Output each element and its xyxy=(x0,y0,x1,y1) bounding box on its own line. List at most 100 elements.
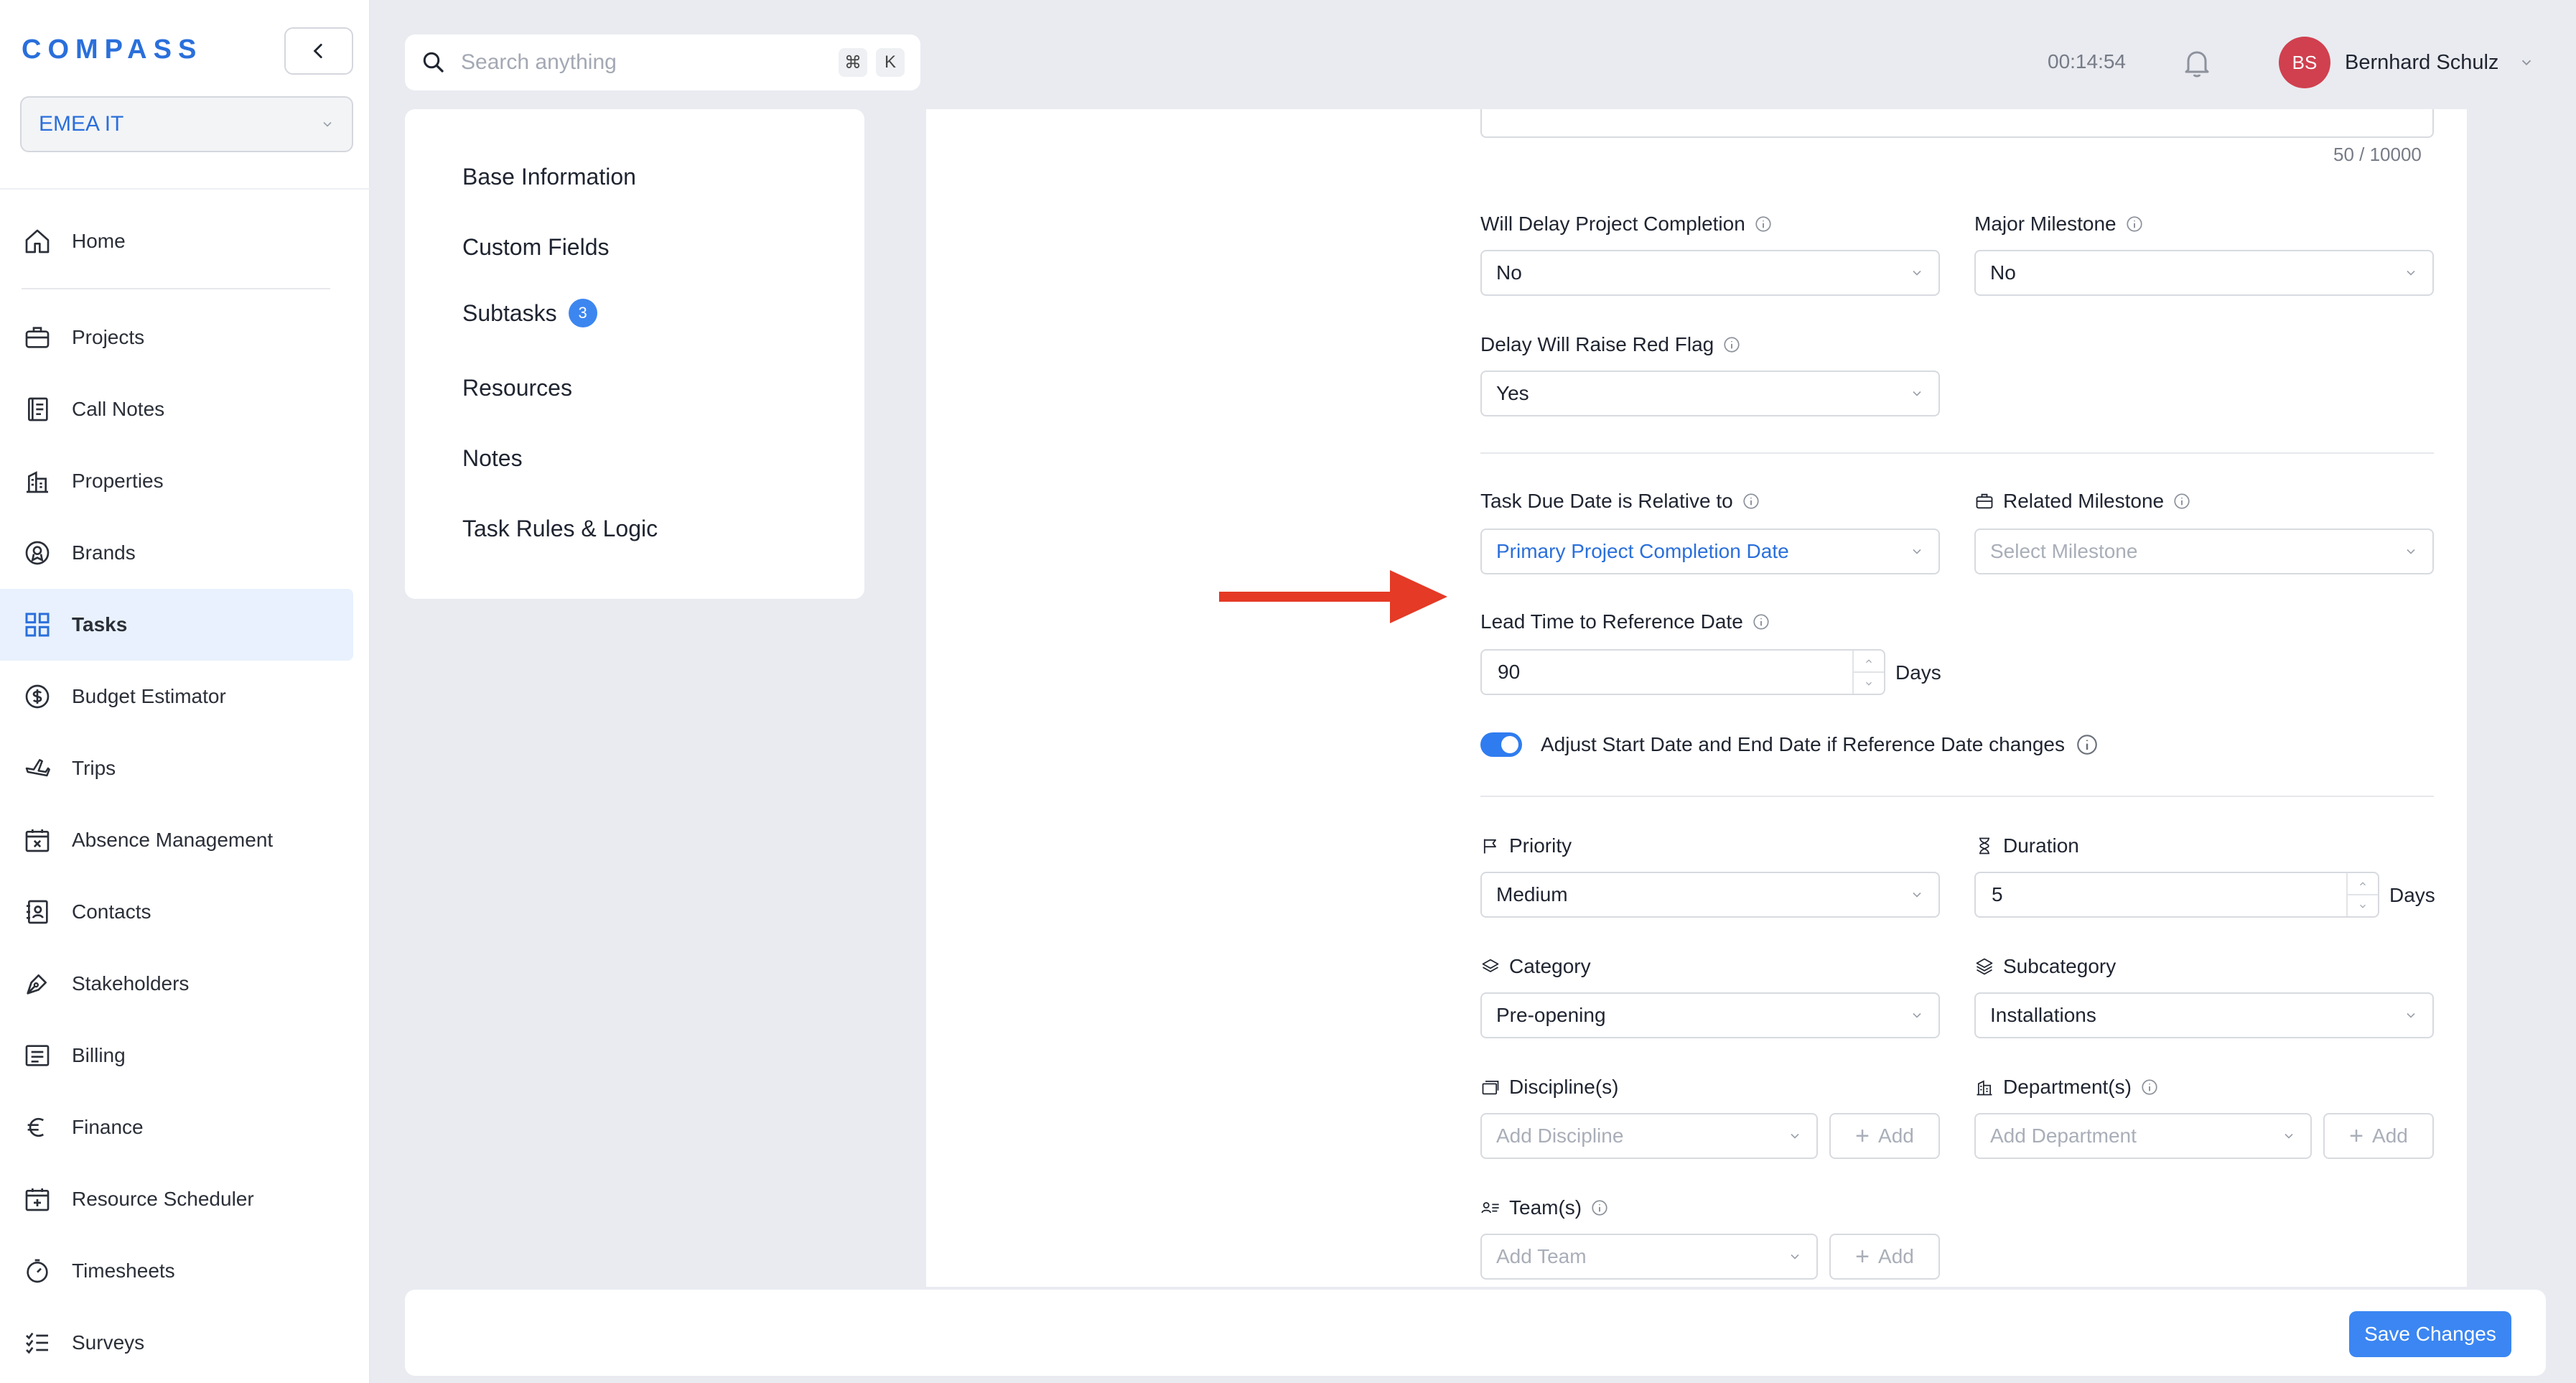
chevron-down-icon xyxy=(1913,892,1921,898)
chevron-down-icon xyxy=(2522,60,2531,66)
euro-icon xyxy=(22,1112,53,1143)
info-icon xyxy=(2127,216,2142,232)
sidebar-item-surveys[interactable]: Surveys xyxy=(0,1307,353,1379)
section-custom-fields[interactable]: Custom Fields xyxy=(462,234,610,261)
major-milestone-select[interactable]: No xyxy=(1974,250,2434,296)
sidebar-divider xyxy=(22,288,330,289)
disciplines-placeholder: Add Discipline xyxy=(1496,1124,1624,1147)
departments-select[interactable]: Add Department xyxy=(1974,1113,2312,1159)
search-input[interactable] xyxy=(461,50,830,75)
sidebar-item-budget-estimator[interactable]: Budget Estimator xyxy=(0,661,353,732)
sidebar-item-label: Call Notes xyxy=(72,398,165,420)
sidebar-item-projects[interactable]: Projects xyxy=(0,302,353,373)
category-select[interactable]: Pre-opening xyxy=(1480,992,1940,1038)
chevron-up-icon xyxy=(2360,881,2366,885)
sidebar-item-label: Budget Estimator xyxy=(72,685,226,707)
folders-icon xyxy=(1482,1080,1499,1095)
sidebar-item-finance[interactable]: Finance xyxy=(0,1091,353,1163)
lead-time-stepper[interactable] xyxy=(1852,651,1884,694)
avatar: BS xyxy=(2279,37,2330,88)
sidebar-item-stakeholders[interactable]: Stakeholders xyxy=(0,948,353,1020)
sidebar-item-home[interactable]: Home xyxy=(0,205,353,277)
will-delay-label-text: Will Delay Project Completion xyxy=(1480,213,1745,235)
sidebar-item-label: Finance xyxy=(72,1116,144,1138)
sidebar-item-properties[interactable]: Properties xyxy=(0,445,353,517)
building-icon xyxy=(1977,1080,1992,1096)
disciplines-select[interactable]: Add Discipline xyxy=(1480,1113,1818,1159)
section-base-information[interactable]: Base Information xyxy=(462,164,636,190)
subcategory-select[interactable]: Installations xyxy=(1974,992,2434,1038)
users-list-icon xyxy=(1481,1202,1499,1214)
stepper-up-button[interactable] xyxy=(2348,873,2378,895)
sidebar-item-billing[interactable]: Billing xyxy=(0,1020,353,1091)
chevron-up-icon xyxy=(1866,658,1872,663)
duration-input[interactable]: 5 xyxy=(1974,872,2379,918)
red-flag-label: Delay Will Raise Red Flag xyxy=(1480,333,1741,356)
duration-value: 5 xyxy=(1992,883,2003,905)
adjust-dates-toggle[interactable] xyxy=(1480,732,1522,757)
section-notes[interactable]: Notes xyxy=(462,445,523,472)
sidebar-item-label: Properties xyxy=(72,470,164,492)
add-discipline-button[interactable]: + Add xyxy=(1829,1113,1940,1159)
sidebar-item-call-notes[interactable]: Call Notes xyxy=(0,373,353,445)
teams-label: Team(s) xyxy=(1480,1196,1609,1219)
add-team-button[interactable]: + Add xyxy=(1829,1234,1940,1280)
sidebar-item-resource-scheduler[interactable]: Resource Scheduler xyxy=(0,1163,353,1235)
user-menu[interactable]: BS Bernhard Schulz xyxy=(2279,36,2534,89)
workspace-select[interactable]: EMEA IT xyxy=(20,96,353,152)
teams-select[interactable]: Add Team xyxy=(1480,1234,1818,1280)
chevron-down-icon xyxy=(1913,391,1921,396)
stepper-down-button[interactable] xyxy=(2348,895,2378,916)
sidebar-item-trips[interactable]: Trips xyxy=(0,732,353,804)
subcategory-value: Installations xyxy=(1990,1004,2096,1026)
priority-select[interactable]: Medium xyxy=(1480,872,1940,918)
due-relative-select[interactable]: Primary Project Completion Date xyxy=(1480,528,1940,574)
section-resources[interactable]: Resources xyxy=(462,375,572,401)
red-flag-select[interactable]: Yes xyxy=(1480,371,1940,416)
priority-label-text: Priority xyxy=(1509,834,1572,857)
disciplines-label-text: Discipline(s) xyxy=(1509,1076,1619,1098)
stepper-down-button[interactable] xyxy=(1854,673,1884,694)
info-icon xyxy=(1592,1200,1607,1216)
duration-stepper[interactable] xyxy=(2346,873,2378,916)
category-value: Pre-opening xyxy=(1496,1004,1606,1026)
briefcase-icon xyxy=(1976,493,1993,509)
stopwatch-icon xyxy=(22,1255,53,1287)
major-milestone-value: No xyxy=(1990,261,2016,284)
collapse-sidebar-button[interactable] xyxy=(284,27,353,75)
sidebar-item-tasks[interactable]: Tasks xyxy=(0,589,353,661)
will-delay-select[interactable]: No xyxy=(1480,250,1940,296)
chevron-down-icon xyxy=(2407,270,2415,276)
calendar-plus-icon xyxy=(22,1183,53,1215)
briefcase-icon xyxy=(22,322,53,353)
duration-label-text: Duration xyxy=(2003,834,2079,857)
lead-time-input[interactable]: 90 xyxy=(1480,649,1885,695)
sidebar-item-timesheets[interactable]: Timesheets xyxy=(0,1235,353,1307)
info-icon xyxy=(1724,337,1740,353)
notifications-button[interactable] xyxy=(2180,45,2214,80)
section-subtasks-label: Subtasks xyxy=(462,299,557,326)
add-department-button[interactable]: + Add xyxy=(2323,1113,2434,1159)
compass-logo: COMPASS xyxy=(22,34,203,65)
chevron-down-icon xyxy=(1913,549,1921,554)
section-divider xyxy=(1480,452,2434,454)
global-search[interactable]: ⌘ K xyxy=(405,34,920,90)
sidebar-item-absence-management[interactable]: Absence Management xyxy=(0,804,353,876)
red-flag-value: Yes xyxy=(1496,382,1529,404)
section-subtasks[interactable]: Subtasks 3 xyxy=(462,299,597,327)
adjust-dates-label-text: Adjust Start Date and End Date if Refere… xyxy=(1541,733,2065,755)
sidebar-item-brands[interactable]: Brands xyxy=(0,517,353,589)
checklist-icon xyxy=(22,1327,53,1359)
chevron-down-icon xyxy=(2285,1133,2293,1139)
save-changes-button[interactable]: Save Changes xyxy=(2349,1311,2511,1357)
chevron-down-icon xyxy=(1866,681,1872,686)
sidebar-item-contacts[interactable]: Contacts xyxy=(0,876,353,948)
description-textarea[interactable] xyxy=(1480,109,2434,138)
home-icon xyxy=(22,225,53,257)
stepper-up-button[interactable] xyxy=(1854,651,1884,673)
info-icon xyxy=(1755,216,1771,232)
receipt-icon xyxy=(22,1040,53,1071)
teams-label-text: Team(s) xyxy=(1509,1196,1582,1219)
related-milestone-select[interactable]: Select Milestone xyxy=(1974,528,2434,574)
section-task-rules-logic[interactable]: Task Rules & Logic xyxy=(462,516,658,542)
